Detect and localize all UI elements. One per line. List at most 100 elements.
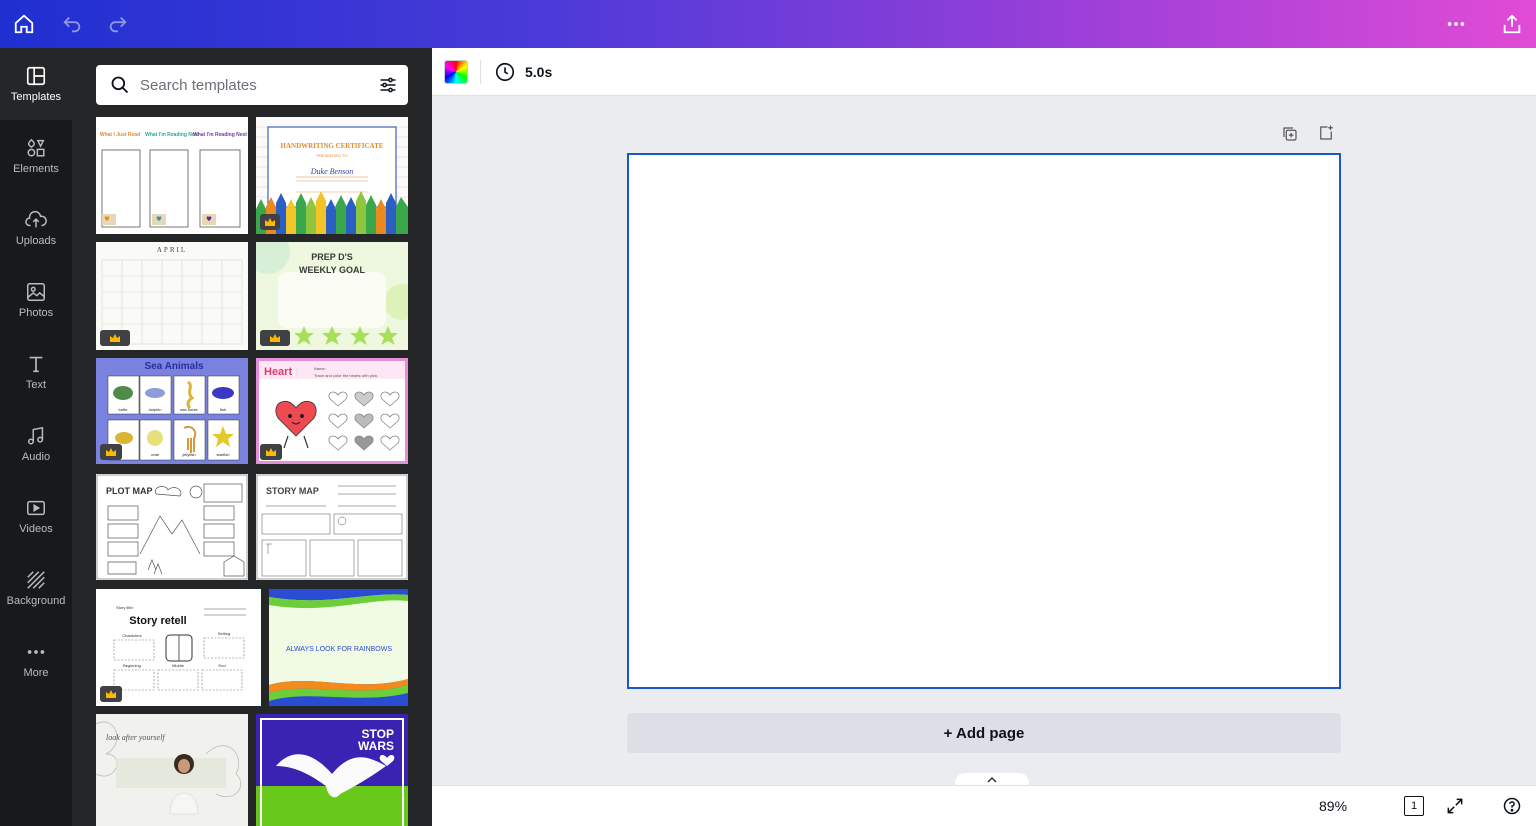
zoom-level[interactable]: 89%: [1319, 798, 1347, 814]
add-page-icon[interactable]: [1317, 124, 1337, 144]
template-text: dolphin: [149, 407, 162, 412]
sidebar-item-elements[interactable]: Elements: [0, 120, 72, 192]
template-text: Name:: [314, 366, 326, 371]
premium-crown-icon: [100, 686, 122, 702]
template-text: HANDWRITING CERTIFICATE: [281, 142, 384, 150]
editor-toolbar: 5.0s: [432, 48, 1536, 96]
template-text: APRIL: [157, 246, 187, 254]
more-options-icon[interactable]: [1442, 10, 1470, 38]
undo-icon[interactable]: [58, 10, 86, 38]
premium-crown-icon: [100, 330, 130, 346]
template-text: crab: [151, 452, 160, 457]
template-thumbnail-plot-map[interactable]: PLOT MAP: [96, 474, 248, 580]
sidebar-item-uploads[interactable]: Uploads: [0, 192, 72, 264]
duplicate-page-icon[interactable]: [1281, 125, 1301, 145]
sidebar-item-label: Photos: [18, 307, 54, 319]
template-text: fish: [220, 407, 226, 412]
template-text: look after yourself: [106, 733, 166, 742]
filter-icon[interactable]: [378, 75, 398, 95]
template-thumbnail-sea-animals[interactable]: Sea Animals turtle dolphin sea horse fis…: [96, 358, 248, 464]
template-text: Duke Benson: [310, 167, 353, 176]
sidebar-item-photos[interactable]: Photos: [0, 264, 72, 336]
template-text: Sea Animals: [144, 361, 204, 372]
share-icon[interactable]: [1498, 10, 1526, 38]
sidebar-item-label: More: [23, 667, 49, 679]
toolbar-divider: [480, 60, 481, 84]
premium-crown-icon: [260, 214, 280, 230]
template-text: Trace and color the hearts with pink.: [314, 373, 378, 378]
help-icon[interactable]: [1502, 796, 1522, 821]
template-thumbnail-story-map[interactable]: STORY MAP: [256, 474, 408, 580]
sidebar-item-audio[interactable]: Audio: [0, 408, 72, 480]
template-text: turtle: [119, 407, 129, 412]
template-thumbnail-rainbows[interactable]: ALWAYS LOOK FOR RAINBOWS: [269, 589, 408, 706]
sidebar-item-label: Templates: [10, 91, 62, 103]
chevron-up-icon: [987, 776, 997, 783]
sidebar-item-more[interactable]: More: [0, 624, 72, 696]
template-thumbnail-story-retell[interactable]: Story title: Story retell Characters Set…: [96, 589, 261, 706]
template-thumbnail-heart[interactable]: Heart Name: Trace and color the hearts w…: [256, 358, 408, 464]
duration-label: 5.0s: [525, 64, 553, 80]
template-text: End: [218, 663, 225, 668]
sidebar-item-label: Elements: [13, 163, 59, 175]
template-text: STORY MAP: [266, 486, 319, 496]
page-count-button[interactable]: 1: [1404, 796, 1424, 816]
background-icon: [27, 571, 45, 589]
color-picker-button[interactable]: [444, 60, 468, 84]
fullscreen-icon[interactable]: [1445, 796, 1465, 821]
template-thumbnail-stop-wars[interactable]: STOP WARS: [256, 714, 408, 826]
template-thumbnail-weekly-goal[interactable]: PREP D'S WEEKLY GOAL: [256, 242, 408, 350]
template-text: Setting: [218, 631, 230, 636]
template-text: sea horse: [180, 407, 198, 412]
template-text: ALWAYS LOOK FOR RAINBOWS: [286, 646, 392, 653]
duration-button[interactable]: 5.0s: [494, 60, 552, 84]
audio-icon: [27, 426, 44, 445]
template-text: What I'm Reading Now: [145, 132, 199, 138]
sidebar-item-text[interactable]: Text: [0, 336, 72, 408]
sidebar-item-videos[interactable]: Videos: [0, 480, 72, 552]
sidebar-item-label: Background: [6, 595, 66, 607]
more-icon: [27, 650, 45, 654]
premium-crown-icon: [100, 444, 122, 460]
page-count: 1: [1410, 800, 1418, 812]
sidebar-item-background[interactable]: Background: [0, 552, 72, 624]
templates-panel: What I Just Read What I'm Reading Now Wh…: [72, 48, 432, 826]
bottom-bar: 89% 1: [432, 785, 1536, 826]
sidebar: Templates Elements Uploads Photos Text A…: [0, 48, 72, 826]
search-bar: [96, 65, 408, 105]
template-thumbnail-reading-log[interactable]: What I Just Read What I'm Reading Now Wh…: [96, 117, 248, 234]
template-text: Story retell: [129, 615, 186, 627]
search-input[interactable]: [140, 76, 360, 94]
premium-crown-icon: [260, 444, 282, 460]
template-text: jellyfish: [181, 452, 195, 457]
template-text: What I Just Read: [100, 132, 140, 138]
text-icon: [29, 356, 43, 373]
videos-icon: [27, 500, 45, 516]
svg-text:WEEKLY GOAL: WEEKLY GOAL: [299, 265, 366, 275]
templates-icon: [26, 66, 46, 86]
redo-icon[interactable]: [104, 10, 132, 38]
home-icon[interactable]: [10, 10, 38, 38]
add-page-button[interactable]: + Add page: [627, 713, 1341, 753]
template-text: Story title:: [116, 605, 134, 610]
template-text: Heart: [264, 366, 292, 378]
sidebar-item-templates[interactable]: Templates: [0, 48, 72, 120]
design-page[interactable]: [627, 153, 1341, 689]
svg-text:WARS: WARS: [358, 739, 394, 753]
photos-icon: [27, 283, 45, 301]
template-thumbnail-handwriting-certificate[interactable]: HANDWRITING CERTIFICATE PRESENTED TO Duk…: [256, 117, 408, 234]
search-icon: [111, 76, 129, 94]
template-text: PLOT MAP: [106, 486, 153, 496]
template-thumbnail-april-calendar[interactable]: APRIL: [96, 242, 248, 350]
sidebar-item-label: Text: [25, 379, 47, 391]
uploads-icon: [25, 210, 47, 228]
template-thumbnail-self-care[interactable]: look after yourself: [96, 714, 248, 826]
premium-crown-icon: [260, 330, 290, 346]
template-text: Characters: [122, 633, 142, 638]
template-text: What I'm Reading Next: [193, 132, 247, 138]
clock-icon: [495, 62, 515, 82]
template-text: PRESENTED TO: [317, 153, 348, 158]
template-text: Beginning: [123, 663, 141, 668]
sidebar-item-label: Audio: [21, 451, 51, 463]
sidebar-item-label: Videos: [19, 523, 53, 535]
